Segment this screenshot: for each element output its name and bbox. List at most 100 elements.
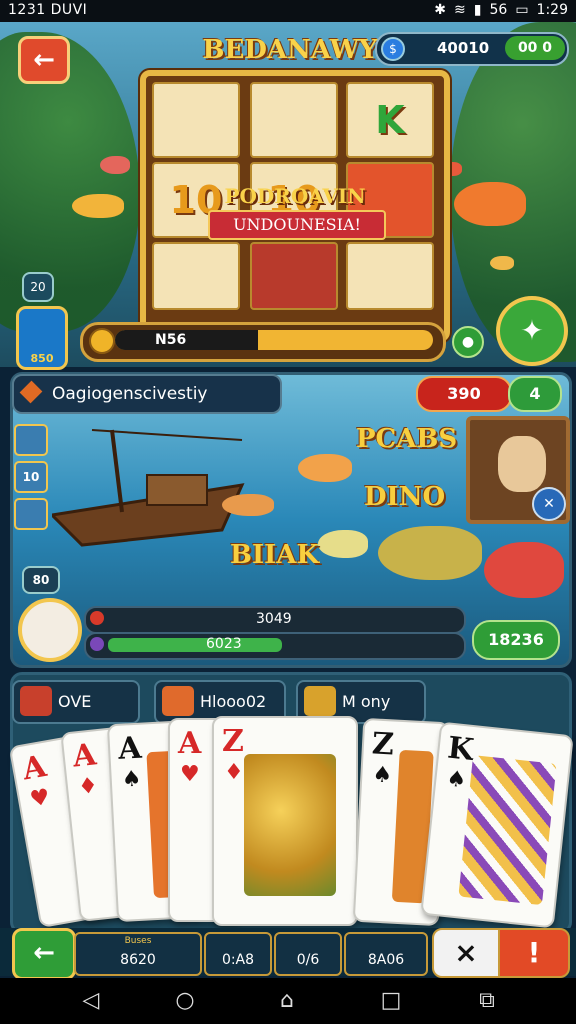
cat-icon [498,436,546,492]
coin-icon [89,328,115,354]
slot-machine: K 10 10 PODROAVIN UNDOUNESIA! [140,70,450,342]
small-action-button[interactable]: ● [452,326,484,358]
stat-value: 0/6 [296,952,320,968]
tab-icon [304,686,336,716]
coin-balance: $ 40010 00 0 [375,32,569,66]
gold-coins-art [244,754,336,896]
card-rank: K [445,730,476,769]
side-icon[interactable]: 10 [14,461,48,493]
blue-badge-button[interactable]: ✕ [532,487,566,521]
bluetooth-icon: ✱ [434,2,447,18]
playing-card[interactable]: K ♠ [420,721,574,929]
red-value-pill[interactable]: 390 [416,376,512,412]
info-row-2-value: 6023 [206,636,242,652]
card-suit: ♦ [76,773,100,801]
nav-recent-icon[interactable]: □ [376,986,406,1016]
slot-cell [152,242,240,310]
stat-value: 8620 [120,952,156,968]
card-rank: Z [371,726,395,763]
card-suit: ♠ [445,766,468,794]
progress-bar: N56 [80,322,446,362]
card-suit: ♠ [371,762,393,789]
side-icon[interactable] [14,498,48,530]
fish-icon [490,256,514,270]
battery-icon: ▭ [515,2,529,18]
info-row-1-value: 3049 [256,611,292,627]
nav-tasks-icon[interactable]: ⧉ [472,986,502,1016]
card-rank: A [19,748,49,788]
slot-banner: PODROAVIN UNDOUNESIA! [200,184,390,240]
clock: 1:29 [536,2,568,18]
stat-caption: Buses [124,936,152,946]
arrow-left-icon: ← [33,45,55,75]
tab-label: OVE [58,692,92,711]
slot-cell [346,242,434,310]
slot-cell: K [346,82,434,158]
stat-box[interactable]: 0:A8 [204,932,272,976]
stat-box[interactable]: 0/6 [274,932,342,976]
gem-icon [19,380,43,404]
fish-icon [72,194,124,218]
small-badge[interactable]: 80 [22,566,60,594]
card-rank: A [117,730,143,767]
green-next-button[interactable]: 4 [508,376,562,412]
word-1: PCABS [356,424,458,454]
score-button[interactable]: 18236 [472,620,560,660]
slot-cell [250,82,338,158]
stat-box[interactable]: Buses 8620 [74,932,202,976]
nav-back-icon[interactable]: ◁ [76,986,106,1016]
fish-icon [318,530,368,558]
coin-value: 40010 [437,39,490,57]
stat-value: 0:A8 [221,952,255,968]
banner-subtitle: UNDOUNESIA! [208,210,386,240]
fishing-boat [52,429,245,547]
card-rank: A [178,726,202,761]
fish-icon [378,526,482,580]
info-row-2-fill [108,638,282,652]
fishing-title-bar: Oagiogenscivestiy [12,374,282,414]
slot-cell [250,242,338,310]
playing-card[interactable]: Z ♦ [212,716,358,926]
avatar[interactable] [18,598,82,662]
info-row-1: 3049 [84,606,466,634]
tab-label: M ony [342,692,391,711]
signal-text: 56 [489,2,508,18]
chest-button[interactable]: 850 [16,306,68,370]
side-badge[interactable]: 20 [22,272,54,302]
signal-icon: ▮ [473,2,482,18]
stat-box[interactable]: 8A06 [344,932,428,976]
side-icon[interactable] [14,424,48,456]
wifi-icon: ≋ [454,2,466,18]
fishing-side-icons: 10 [14,424,48,530]
nav-house-icon[interactable]: ⌂ [272,986,302,1016]
fishing-title: Oagiogenscivestiy [52,384,208,404]
frog-icon[interactable]: ✦ [496,296,568,366]
card-suit: ♠ [121,766,143,793]
status-left-text: 1231 DUVI [8,2,88,18]
tab-label: Hlooo02 [200,692,267,711]
info-row-2: 6023 [84,632,466,660]
red-dot-icon [90,611,104,625]
alert-button[interactable]: ! [498,928,570,978]
word-2: DINO [364,482,446,512]
coin-icon: $ [381,37,405,61]
fish-icon [454,182,526,226]
stat-value: 8A06 [367,952,405,968]
fish-icon [484,542,564,598]
tab-1[interactable]: OVE [12,680,140,724]
status-bar: 1231 DUVI ✱ ≋ ▮ 56 ▭ 1:29 [0,0,576,22]
back-button[interactable]: ← [18,36,70,84]
bottom-back-button[interactable]: ← [12,928,76,980]
status-right: ✱ ≋ ▮ 56 ▭ 1:29 [434,2,568,18]
progress-track [115,330,259,350]
nav-home-icon[interactable]: ○ [170,986,200,1016]
card-art [458,755,557,906]
tab-icon [20,686,52,716]
fish-icon [100,156,130,174]
fish-icon [222,494,274,516]
card-suit: ♥ [28,784,52,813]
close-button[interactable]: × [432,928,500,978]
card-suit: ♥ [180,762,200,787]
alert-icon: ! [527,936,541,969]
coin-add-button[interactable]: 00 0 [505,36,565,60]
